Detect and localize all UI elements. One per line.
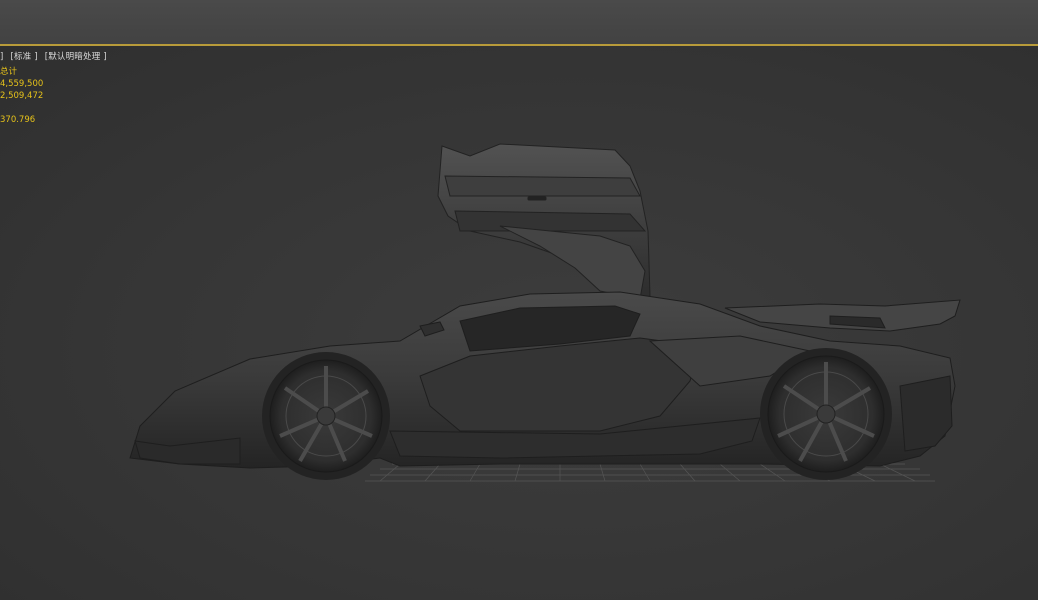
viewport-label[interactable]: ] [标准 ] [默认明暗处理 ] <box>0 50 111 62</box>
viewport-label-part[interactable]: ] <box>0 52 4 62</box>
stats-polys: 4,559,500 <box>0 79 44 89</box>
scene-canvas[interactable] <box>0 46 1038 600</box>
rear-wheel <box>760 348 892 480</box>
stats-verts: 2,509,472 <box>0 91 44 101</box>
front-wheel <box>262 352 390 480</box>
viewport-label-shading[interactable]: [默认明暗处理 ] <box>45 52 107 62</box>
perspective-viewport[interactable]: ] [标准 ] [默认明暗处理 ] 总计 4,559,500 2,509,472… <box>0 46 1038 600</box>
scene-statistics: 总计 4,559,500 2,509,472 370.796 <box>0 66 43 126</box>
stats-title: 总计 <box>0 67 18 77</box>
stats-fps: 370.796 <box>0 115 36 125</box>
viewport-top-toolbar <box>0 0 1038 46</box>
open-door <box>437 143 651 302</box>
viewport-label-standard[interactable]: [标准 ] <box>10 52 37 62</box>
